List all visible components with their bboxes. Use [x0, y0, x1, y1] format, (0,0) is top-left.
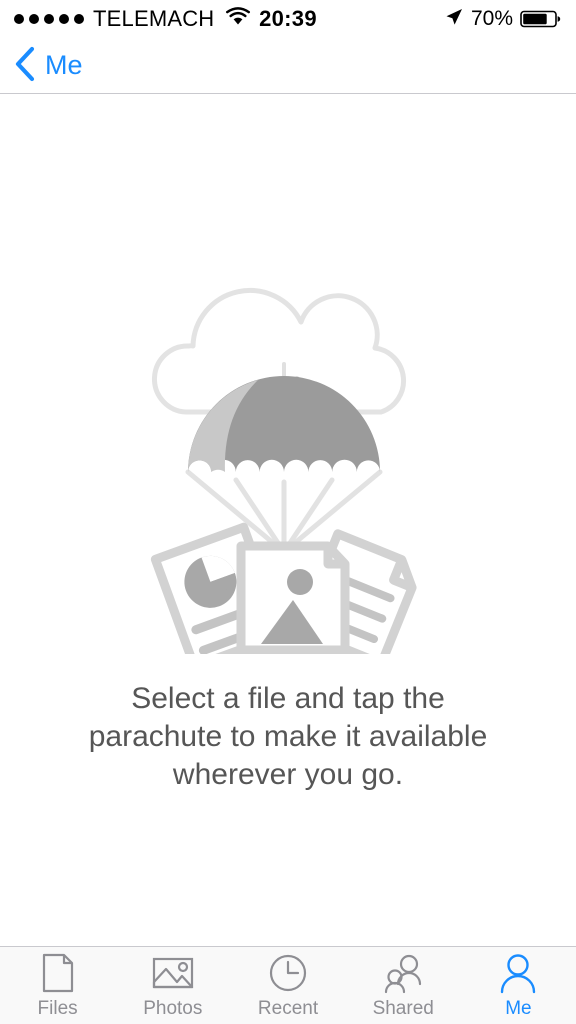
document-center — [236, 541, 350, 654]
empty-state-content: Select a file and tap the parachute to m… — [0, 94, 576, 946]
tab-recent[interactable]: Recent — [230, 947, 345, 1024]
signal-dot — [59, 14, 69, 24]
navigation-bar: Me — [0, 38, 576, 94]
clock-time: 20:39 — [259, 6, 317, 31]
back-button-label: Me — [45, 50, 83, 80]
tab-files[interactable]: Files — [0, 947, 115, 1024]
person-icon — [497, 952, 539, 994]
tab-label-shared: Shared — [372, 997, 434, 1019]
signal-dot — [74, 14, 84, 24]
tab-me[interactable]: Me — [461, 947, 576, 1024]
tab-photos[interactable]: Photos — [115, 947, 230, 1024]
status-bar-right: 70% — [444, 7, 562, 32]
back-button[interactable]: Me — [14, 46, 83, 85]
battery-icon — [520, 9, 562, 29]
signal-strength-dots — [14, 14, 84, 24]
battery-percentage: 70% — [470, 7, 513, 30]
tab-label-recent: Recent — [257, 997, 319, 1019]
photo-icon — [150, 952, 196, 994]
wifi-icon — [225, 6, 251, 32]
location-arrow-icon — [444, 7, 464, 32]
parachute-documents-cloud-illustration — [123, 264, 453, 654]
tab-label-photos: Photos — [143, 997, 203, 1019]
signal-dot — [44, 14, 54, 24]
status-bar: TELEMACH 20:39 70% — [0, 0, 576, 38]
people-icon — [380, 952, 426, 994]
tab-label-files: Files — [37, 997, 78, 1019]
status-bar-left: TELEMACH — [14, 6, 251, 32]
parachute-canopy — [188, 376, 380, 472]
empty-state-message: Select a file and tap the parachute to m… — [88, 682, 488, 791]
clock-icon — [267, 952, 309, 994]
signal-dot — [29, 14, 39, 24]
document-icon — [38, 952, 78, 994]
tab-bar: Files Photos Recent Shared Me — [0, 946, 576, 1024]
carrier-name: TELEMACH — [93, 6, 215, 31]
tab-shared[interactable]: Shared — [346, 947, 461, 1024]
chevron-left-icon — [14, 46, 36, 85]
tab-label-me: Me — [505, 997, 532, 1019]
signal-dot — [14, 14, 24, 24]
app-screen: TELEMACH 20:39 70% Me Select a file and … — [0, 0, 576, 1024]
